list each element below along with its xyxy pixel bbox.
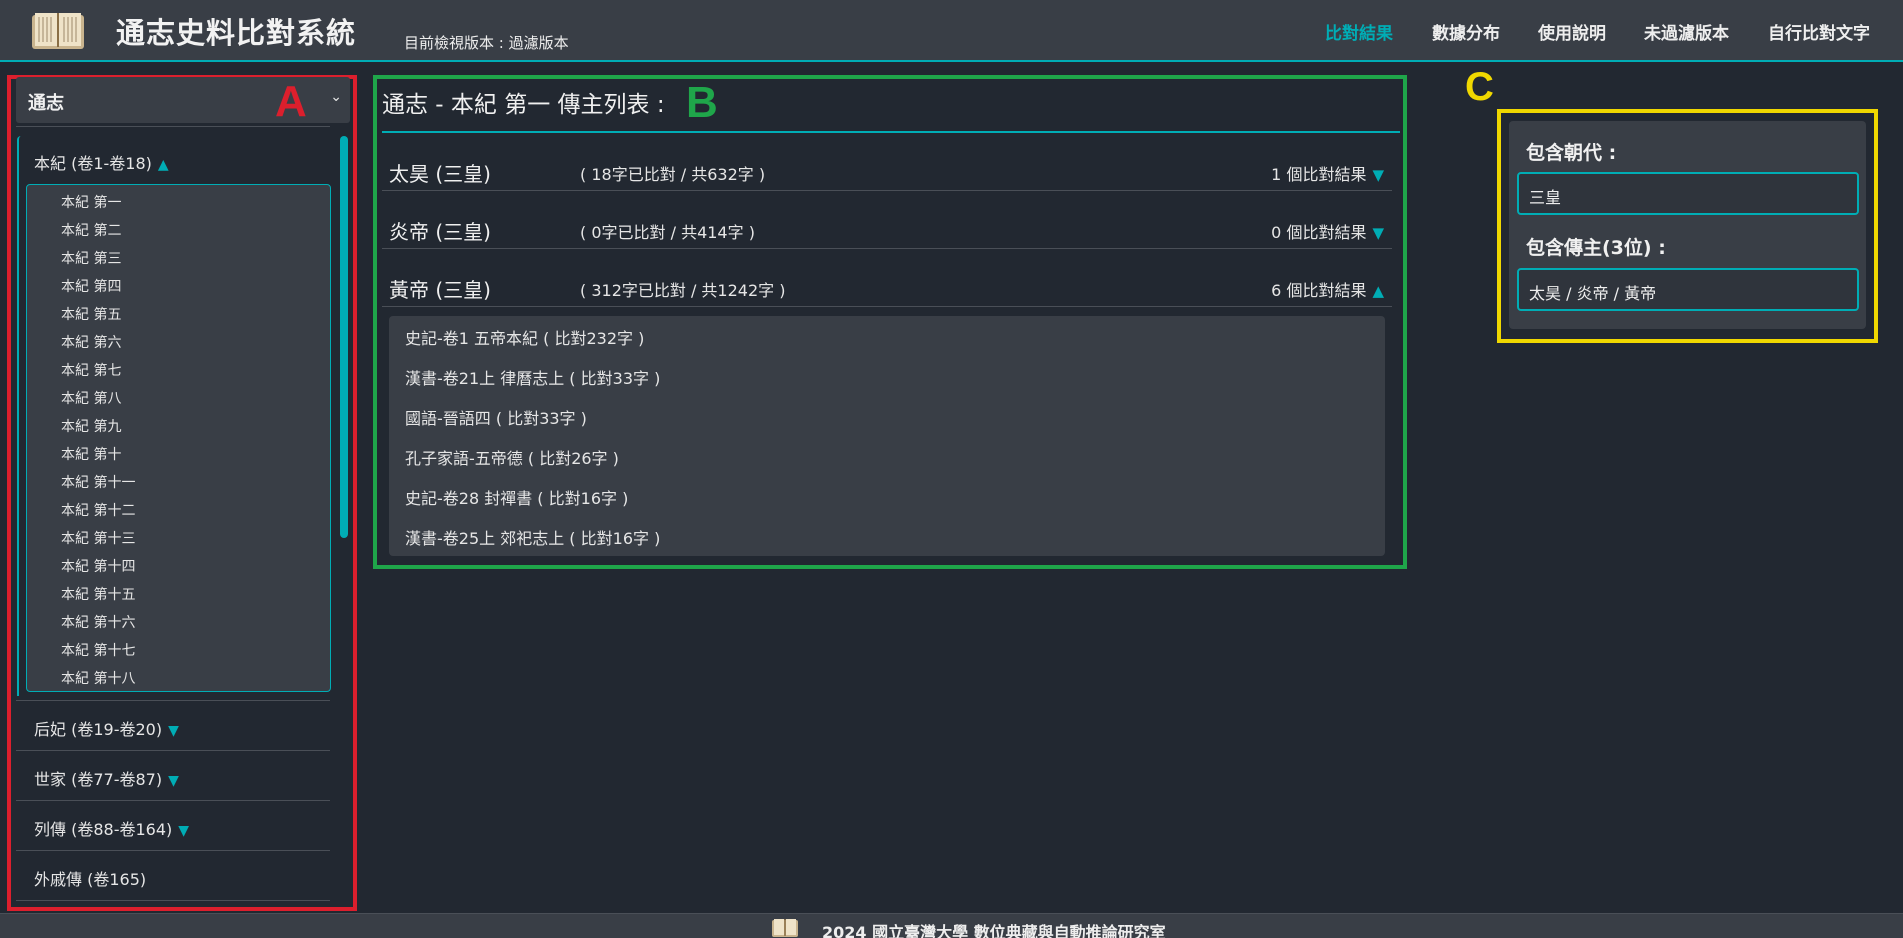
chapter-item[interactable]: 本紀 第十一 bbox=[61, 472, 135, 492]
chapter-item[interactable]: 本紀 第一 bbox=[61, 192, 121, 212]
divider bbox=[16, 126, 330, 127]
comparison-result-item[interactable]: 孔子家語-五帝德 ( 比對26字 ) bbox=[405, 445, 619, 469]
title-underline bbox=[382, 131, 1400, 133]
row-divider bbox=[382, 306, 1392, 307]
footer-text: 2024 國立臺灣大學 數位典藏與自動推論研究室 bbox=[822, 923, 1166, 938]
panel-label-b: B bbox=[686, 78, 718, 127]
triangle-up-icon: ▲ bbox=[157, 157, 169, 173]
comparison-result-item[interactable]: 史記-卷28 封禪書 ( 比對16字 ) bbox=[405, 485, 628, 509]
section-waiqizhuan[interactable]: 外戚傳 (卷165) bbox=[34, 866, 146, 890]
result-count: 0 個比對結果 bbox=[1271, 223, 1367, 242]
person-name[interactable]: 太昊 (三皇) bbox=[389, 158, 491, 187]
chapter-item[interactable]: 本紀 第十三 bbox=[61, 528, 135, 548]
book-logo-icon bbox=[772, 919, 798, 937]
sidebar-scrollbar[interactable] bbox=[340, 136, 348, 538]
triangle-down-icon: ▼ bbox=[168, 773, 179, 789]
chapter-item[interactable]: 本紀 第十 bbox=[61, 444, 121, 464]
chapter-item[interactable]: 本紀 第二 bbox=[61, 220, 121, 240]
result-count-toggle[interactable]: 6 個比對結果 ▲ bbox=[1271, 277, 1384, 301]
comparison-result-item[interactable]: 史記-卷1 五帝本紀 ( 比對232字 ) bbox=[405, 325, 644, 349]
chapter-item[interactable]: 本紀 第六 bbox=[61, 332, 121, 352]
dynasty-label: 包含朝代 : bbox=[1526, 142, 1617, 164]
divider bbox=[16, 750, 330, 751]
biography-subjects-field[interactable]: 太昊 / 炎帝 / 黃帝 bbox=[1517, 268, 1859, 311]
chapter-item[interactable]: 本紀 第九 bbox=[61, 416, 121, 436]
chapter-item[interactable]: 本紀 第十五 bbox=[61, 584, 135, 604]
dynasty-field[interactable]: 三皇 bbox=[1517, 172, 1859, 215]
divider bbox=[16, 900, 330, 901]
chapter-item[interactable]: 本紀 第八 bbox=[61, 388, 121, 408]
person-name[interactable]: 黃帝 (三皇) bbox=[389, 274, 491, 303]
chapter-item[interactable]: 本紀 第三 bbox=[61, 248, 121, 268]
section-benji[interactable]: 本紀 (卷1-卷18) ▲ bbox=[34, 150, 169, 174]
triangle-down-icon: ▼ bbox=[1372, 166, 1384, 184]
biography-list-title: 通志 - 本紀 第一 傳主列表 : bbox=[382, 92, 665, 118]
panel-label-a: A bbox=[275, 77, 307, 126]
main-nav: 比對結果 數據分布 使用說明 未過濾版本 自行比對文字 bbox=[0, 19, 1903, 44]
chevron-down-icon: ⌄ bbox=[330, 89, 342, 105]
triangle-down-icon: ▼ bbox=[1372, 224, 1384, 242]
section-houfei-label: 后妃 (卷19-卷20) bbox=[34, 720, 163, 739]
triangle-down-icon: ▼ bbox=[168, 723, 179, 739]
section-liezhuan[interactable]: 列傳 (卷88-卷164) ▼ bbox=[34, 816, 189, 840]
person-name[interactable]: 炎帝 (三皇) bbox=[389, 216, 491, 245]
row-divider bbox=[382, 248, 1392, 249]
person-stats: ( 18字已比對 / 共632字 ) bbox=[580, 165, 766, 184]
comparison-result-item[interactable]: 漢書-卷21上 律曆志上 ( 比對33字 ) bbox=[405, 365, 660, 389]
chapter-item[interactable]: 本紀 第十八 bbox=[61, 668, 135, 688]
row-divider bbox=[382, 190, 1392, 191]
nav-unfiltered-version[interactable]: 未過濾版本 bbox=[1644, 19, 1729, 44]
divider bbox=[16, 700, 330, 701]
comparison-result-item[interactable]: 國語-晉語四 ( 比對33字 ) bbox=[405, 405, 587, 429]
section-liezhuan-label: 列傳 (卷88-卷164) bbox=[34, 820, 173, 839]
chapter-item[interactable]: 本紀 第十七 bbox=[61, 640, 135, 660]
book-select-value: 通志 bbox=[28, 93, 64, 114]
section-houfei[interactable]: 后妃 (卷19-卷20) ▼ bbox=[34, 716, 179, 740]
chapter-item[interactable]: 本紀 第七 bbox=[61, 360, 121, 380]
top-navbar: 通志史料比對系統 目前檢視版本 : 過濾版本 比對結果 數據分布 使用說明 未過… bbox=[0, 0, 1903, 62]
chapter-item[interactable]: 本紀 第十六 bbox=[61, 612, 135, 632]
section-waiqizhuan-label: 外戚傳 (卷165) bbox=[34, 870, 147, 889]
result-count: 6 個比對結果 bbox=[1271, 281, 1367, 300]
footer: 2024 國立臺灣大學 數位典藏與自動推論研究室 bbox=[0, 913, 1903, 938]
nav-data-distribution[interactable]: 數據分布 bbox=[1432, 19, 1500, 44]
nav-user-guide[interactable]: 使用說明 bbox=[1538, 19, 1606, 44]
chapter-item[interactable]: 本紀 第十二 bbox=[61, 500, 135, 520]
result-count-toggle[interactable]: 0 個比對結果 ▼ bbox=[1271, 219, 1384, 243]
biography-subjects-label: 包含傳主(3位) : bbox=[1526, 237, 1666, 259]
chapter-item[interactable]: 本紀 第十四 bbox=[61, 556, 135, 576]
comparison-result-item[interactable]: 漢書-卷25上 郊祀志上 ( 比對16字 ) bbox=[405, 525, 660, 549]
triangle-up-icon: ▲ bbox=[1372, 282, 1384, 300]
section-shijia[interactable]: 世家 (卷77-卷87) ▼ bbox=[34, 766, 179, 790]
panel-label-c: C bbox=[1465, 65, 1494, 109]
result-count-toggle[interactable]: 1 個比對結果 ▼ bbox=[1271, 161, 1384, 185]
person-stats: ( 312字已比對 / 共1242字 ) bbox=[580, 281, 786, 300]
person-stats: ( 0字已比對 / 共414字 ) bbox=[580, 223, 755, 242]
triangle-down-icon: ▼ bbox=[178, 823, 190, 839]
divider bbox=[16, 850, 330, 851]
result-count: 1 個比對結果 bbox=[1271, 165, 1367, 184]
divider bbox=[16, 800, 330, 801]
section-benji-label: 本紀 (卷1-卷18) bbox=[34, 154, 152, 173]
nav-custom-compare[interactable]: 自行比對文字 bbox=[1768, 19, 1870, 44]
chapter-item[interactable]: 本紀 第四 bbox=[61, 276, 121, 296]
nav-compare-results[interactable]: 比對結果 bbox=[1325, 19, 1393, 44]
comparison-results-list bbox=[389, 316, 1385, 556]
section-shijia-label: 世家 (卷77-卷87) bbox=[34, 770, 163, 789]
chapter-item[interactable]: 本紀 第五 bbox=[61, 304, 121, 324]
